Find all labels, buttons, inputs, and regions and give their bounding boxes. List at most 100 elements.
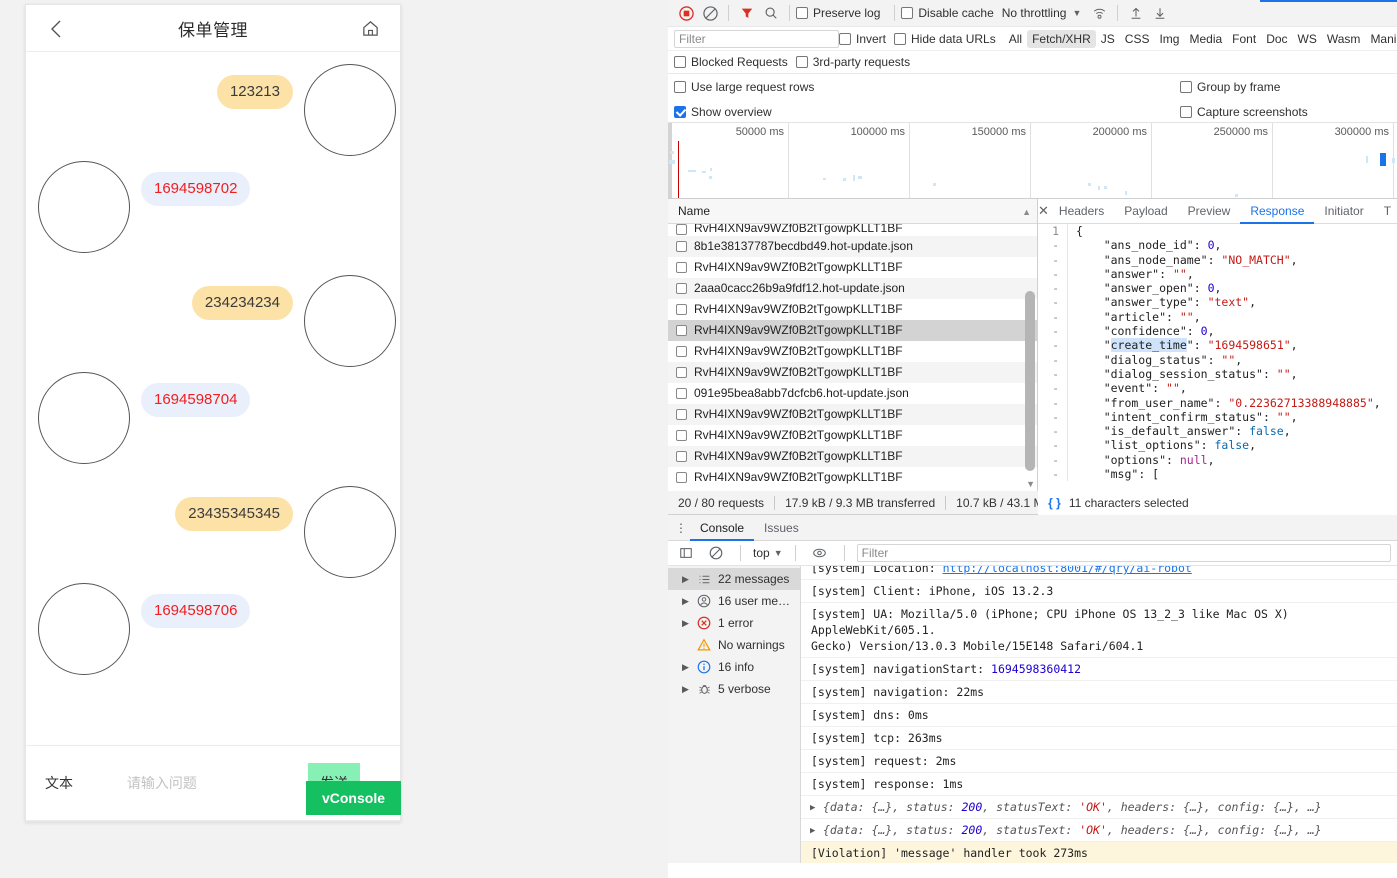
network-conditions-icon[interactable]	[1087, 2, 1111, 24]
row-checkbox[interactable]	[676, 261, 687, 273]
show-overview-checkbox[interactable]: Show overview	[674, 105, 772, 119]
sidebar-item-user-messages[interactable]: ▶ 16 user me…	[668, 590, 800, 612]
code-content[interactable]: "dialog_session_status": "",	[1068, 367, 1298, 381]
throttling-select[interactable]: No throttling ▼	[1002, 6, 1082, 20]
code-content[interactable]: "options": null,	[1068, 453, 1215, 467]
table-row[interactable]: RvH4IXN9av9WZf0B2tTgowpKLLT1BF	[668, 404, 1037, 425]
table-row[interactable]: RvH4IXN9av9WZf0B2tTgowpKLLT1BF	[668, 446, 1037, 467]
code-content[interactable]: "ans_node_id": 0,	[1068, 238, 1222, 252]
expand-triangle-icon[interactable]: ▶	[810, 823, 815, 839]
row-checkbox[interactable]	[676, 303, 687, 315]
row-checkbox[interactable]	[676, 345, 687, 357]
expand-triangle-icon[interactable]: ▶	[810, 800, 815, 816]
import-har-icon[interactable]	[1124, 2, 1148, 24]
tab-payload[interactable]: Payload	[1114, 199, 1177, 224]
code-content[interactable]: "create_time": "1694598651",	[1068, 338, 1298, 353]
row-checkbox[interactable]	[676, 429, 687, 441]
code-content[interactable]: "dialog_status": "",	[1068, 353, 1243, 367]
type-filter-wasm[interactable]: Wasm	[1322, 30, 1366, 48]
execution-context-select[interactable]: top ▼	[753, 546, 783, 560]
large-rows-checkbox[interactable]: Use large request rows	[674, 80, 814, 94]
row-checkbox[interactable]	[676, 366, 687, 378]
question-input[interactable]	[126, 775, 308, 791]
table-row[interactable]: 091e95bea8abb7dcfcb6.hot-update.json	[668, 383, 1037, 404]
tab-initiator[interactable]: Initiator	[1314, 199, 1373, 224]
live-expression-icon[interactable]	[808, 542, 832, 564]
type-filter-css[interactable]: CSS	[1120, 30, 1155, 48]
table-row[interactable]: RvH4IXN9av9WZf0B2tTgowpKLLT1BF	[668, 467, 1037, 488]
table-row[interactable]: RvH4IXN9av9WZf0B2tTgowpKLLT1BF	[668, 425, 1037, 446]
console-object-message[interactable]: ▶ {data: {…}, status: 200, statusText: 'O…	[801, 819, 1397, 842]
vconsole-button[interactable]: vConsole	[305, 781, 401, 815]
home-icon[interactable]	[348, 5, 392, 52]
sidebar-item-errors[interactable]: ▶ 1 error	[668, 612, 800, 634]
sidebar-item-info[interactable]: ▶ 16 info	[668, 656, 800, 678]
code-content[interactable]: "event": "",	[1068, 381, 1187, 395]
type-filter-js[interactable]: JS	[1096, 30, 1120, 48]
network-list-scrollbar[interactable]	[1025, 291, 1035, 471]
invert-checkbox[interactable]: Invert	[839, 32, 886, 46]
expand-triangle-icon[interactable]: ▶	[682, 618, 690, 629]
type-filter-doc[interactable]: Doc	[1261, 30, 1292, 48]
tab-preview[interactable]: Preview	[1178, 199, 1241, 224]
network-filter-input[interactable]	[674, 29, 839, 48]
code-content[interactable]: "msg": [	[1068, 467, 1159, 481]
search-icon[interactable]	[759, 2, 783, 24]
row-checkbox[interactable]	[676, 450, 687, 462]
row-checkbox[interactable]	[676, 224, 687, 235]
sidebar-item-verbose[interactable]: ▶ 5 verbose	[668, 678, 800, 700]
sort-caret-up-icon[interactable]: ▲	[1022, 207, 1031, 217]
row-checkbox[interactable]	[676, 282, 687, 294]
blocked-requests-checkbox[interactable]: Blocked Requests	[674, 55, 788, 69]
group-by-frame-checkbox[interactable]: Group by frame	[1180, 80, 1280, 94]
hide-data-urls-checkbox[interactable]: Hide data URLs	[894, 32, 996, 46]
row-checkbox[interactable]	[676, 324, 687, 336]
table-row[interactable]: RvH4IXN9av9WZf0B2tTgowpKLLT1BF	[668, 341, 1037, 362]
expand-triangle-icon[interactable]: ▶	[682, 662, 690, 673]
row-checkbox[interactable]	[676, 471, 687, 483]
table-row[interactable]: RvH4IXN9av9WZf0B2tTgowpKLLT1BF	[668, 299, 1037, 320]
filter-icon[interactable]	[735, 2, 759, 24]
console-filter-input[interactable]	[856, 544, 1391, 562]
network-rows-container[interactable]: RvH4IXN9av9WZf0B2tTgowpKLLT1BF 8b1e38137…	[668, 224, 1037, 491]
third-party-checkbox[interactable]: 3rd-party requests	[795, 55, 910, 69]
type-filter-fetchxhr[interactable]: Fetch/XHR	[1027, 29, 1096, 48]
code-content[interactable]: {	[1068, 224, 1083, 238]
tab-timing[interactable]: T	[1374, 199, 1397, 224]
console-object-message[interactable]: ▶ {data: {…}, status: 200, statusText: 'O…	[801, 796, 1397, 819]
table-row[interactable]: RvH4IXN9av9WZf0B2tTgowpKLLT1BF	[668, 257, 1037, 278]
message-kind-label[interactable]: 文本	[45, 773, 127, 793]
type-filter-font[interactable]: Font	[1227, 30, 1261, 48]
table-row-selected[interactable]: RvH4IXN9av9WZf0B2tTgowpKLLT1BF	[668, 320, 1037, 341]
type-filter-all[interactable]: All	[1004, 30, 1027, 48]
expand-triangle-icon[interactable]: ▶	[682, 684, 690, 695]
table-row[interactable]: RvH4IXN9av9WZf0B2tTgowpKLLT1BF	[668, 224, 1037, 236]
network-request-list[interactable]: Name ▲ RvH4IXN9av9WZf0B2tTgowpKLLT1BF 8b…	[668, 199, 1038, 491]
code-content[interactable]: "is_default_answer": false,	[1068, 424, 1291, 438]
type-filter-img[interactable]: Img	[1154, 30, 1184, 48]
table-row[interactable]: 2aaa0cacc26b9a9fdf12.hot-update.json	[668, 278, 1037, 299]
code-content[interactable]: "answer_open": 0,	[1068, 281, 1222, 295]
expand-triangle-icon[interactable]: ▶	[682, 574, 690, 585]
code-content[interactable]: "article": "",	[1068, 310, 1201, 324]
preserve-log-checkbox[interactable]: Preserve log	[796, 6, 880, 20]
table-row[interactable]: RvH4IXN9av9WZf0B2tTgowpKLLT1BF	[668, 362, 1037, 383]
type-filter-media[interactable]: Media	[1184, 30, 1227, 48]
console-link[interactable]: http://localhost:8001/#/qry/ai-robot	[943, 566, 1192, 575]
console-message-list[interactable]: [system] Location: http://localhost:8001…	[801, 566, 1397, 863]
clear-icon[interactable]	[698, 2, 722, 24]
tab-console[interactable]: Console	[690, 515, 755, 541]
type-filter-ws[interactable]: WS	[1293, 30, 1322, 48]
record-stop-icon[interactable]	[674, 2, 698, 24]
tab-headers[interactable]: Headers	[1049, 199, 1114, 224]
code-content[interactable]: "ans_node_name": "NO_MATCH",	[1068, 253, 1298, 267]
code-content[interactable]: "from_user_name": "0.22362713388948885",	[1068, 396, 1381, 410]
sidebar-item-warnings[interactable]: No warnings	[668, 634, 800, 656]
tab-response[interactable]: Response	[1240, 199, 1315, 224]
scroll-down-caret-icon[interactable]: ▼	[1026, 479, 1035, 489]
row-checkbox[interactable]	[676, 387, 687, 399]
code-content[interactable]: "answer_type": "text",	[1068, 295, 1256, 309]
code-content[interactable]: "list_options": false,	[1068, 438, 1256, 452]
close-icon[interactable]: ✕	[1038, 203, 1049, 219]
type-filter-manifest[interactable]: Mani	[1365, 30, 1397, 48]
